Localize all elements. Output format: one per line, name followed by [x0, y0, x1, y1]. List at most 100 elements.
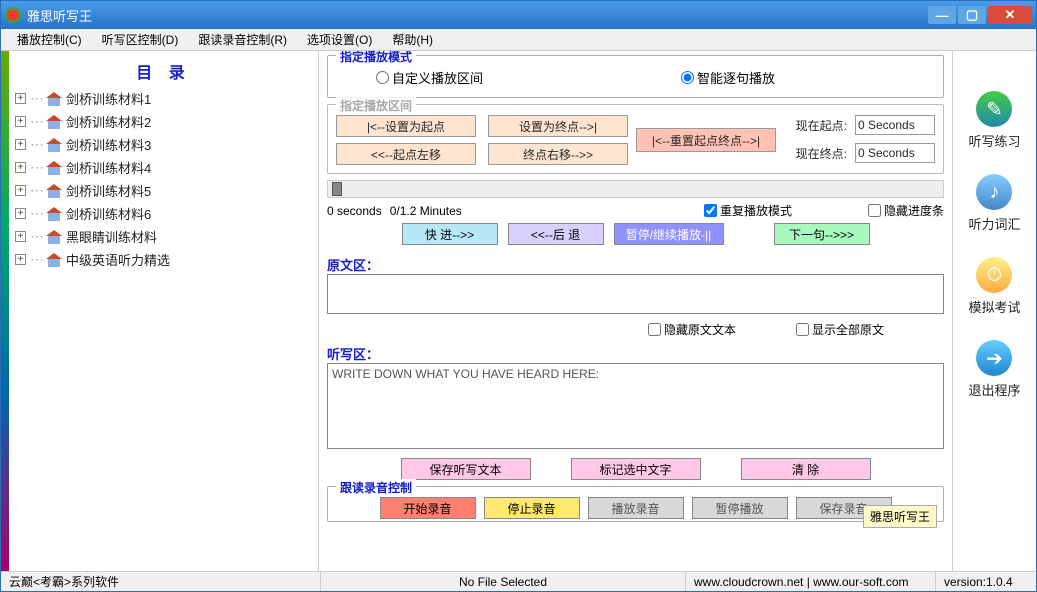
tree-dots-icon: ⋯ [30, 90, 42, 107]
tree-item[interactable]: +⋯中级英语听力精选 [13, 248, 314, 271]
tree-item[interactable]: + ⋯ 剑桥训练材料3 [13, 133, 314, 156]
set-start-button[interactable]: |<--设置为起点 [336, 115, 476, 137]
menu-record[interactable]: 跟读录音控制(R) [188, 31, 297, 48]
expand-icon[interactable]: + [15, 93, 26, 104]
minimize-button[interactable]: — [928, 6, 956, 24]
tree-item-label: 剑桥训练材料6 [66, 204, 151, 223]
tree-dots-icon: ⋯ [30, 159, 42, 176]
tree-item[interactable]: +⋯剑桥训练材料6 [13, 202, 314, 225]
now-end-field[interactable] [855, 143, 935, 163]
hide-original-checkbox[interactable]: 隐藏原文文本 [648, 321, 736, 338]
status-links[interactable]: www.cloudcrown.net | www.our-soft.com [686, 572, 936, 591]
maximize-button[interactable]: ▢ [958, 6, 986, 24]
exam-icon: ⏱ [976, 257, 1012, 293]
pause-button[interactable]: 暂停/继续播放-|| [614, 223, 724, 245]
now-start-field[interactable] [855, 115, 935, 135]
nav-mock-exam[interactable]: ⏱ 模拟考试 [968, 257, 1020, 316]
show-all-original-checkbox[interactable]: 显示全部原文 [796, 321, 884, 338]
mode-group: 指定播放模式 自定义播放区间 智能逐句播放 [327, 55, 944, 98]
progress-slider[interactable] [327, 180, 944, 198]
house-icon [46, 253, 62, 267]
shift-left-button[interactable]: <<--起点左移 [336, 143, 476, 165]
tree-item[interactable]: + ⋯ 剑桥训练材料4 [13, 156, 314, 179]
tree-item-label: 中级英语听力精选 [66, 250, 170, 269]
status-version: version:1.0.4 [936, 572, 1036, 591]
hide-progress-checkbox[interactable]: 隐藏进度条 [868, 202, 944, 219]
clear-button[interactable]: 清 除 [741, 458, 871, 480]
start-record-button[interactable]: 开始录音 [380, 497, 476, 519]
nav-vocab[interactable]: ♪ 听力词汇 [968, 174, 1020, 233]
original-textarea[interactable] [327, 274, 944, 314]
tree-heading: 目 录 [13, 55, 314, 87]
radio-smart[interactable]: 智能逐句播放 [681, 68, 775, 87]
play-record-button[interactable]: 播放录音 [588, 497, 684, 519]
status-bar: 云巅<考霸>系列软件 No File Selected www.cloudcro… [1, 571, 1036, 591]
status-file: No File Selected [321, 572, 686, 591]
now-start-label: 现在起点: [796, 117, 847, 134]
house-icon [46, 92, 62, 106]
dictation-textarea[interactable]: WRITE DOWN WHAT YOU HAVE HEARD HERE: [327, 363, 944, 449]
tree-item[interactable]: +⋯剑桥训练材料5 [13, 179, 314, 202]
nav-exit[interactable]: ➔ 退出程序 [968, 340, 1020, 399]
menu-bar: 播放控制(C) 听写区控制(D) 跟读录音控制(R) 选项设置(O) 帮助(H) [1, 29, 1036, 51]
house-icon [46, 138, 62, 152]
tree-pane: 目 录 +⋯剑桥训练材料1+⋯剑桥训练材料2+⋯剑桥训练材料3+⋯剑桥训练材料4… [9, 51, 319, 571]
house-icon [46, 207, 62, 221]
now-end-label: 现在终点: [796, 145, 847, 162]
tree-item-label: 剑桥训练材料3 [66, 135, 151, 154]
tooltip: 雅思听写王 [863, 505, 937, 528]
close-button[interactable]: ✕ [988, 6, 1032, 24]
tree-dots-icon: ⋯ [30, 136, 42, 153]
slider-thumb-icon[interactable] [332, 182, 342, 196]
expand-icon[interactable]: + [15, 231, 26, 242]
region-group-title: 指定播放区间 [336, 97, 416, 114]
vocab-icon: ♪ [976, 174, 1012, 210]
menu-playback[interactable]: 播放控制(C) [7, 31, 92, 48]
record-group-title: 跟读录音控制 [336, 479, 416, 496]
set-end-button[interactable]: 设置为终点-->| [488, 115, 628, 137]
main-pane: 指定播放模式 自定义播放区间 智能逐句播放 指定播放区间 |<--设置为起点 设… [319, 51, 952, 571]
repeat-checkbox[interactable]: 重复播放模式 [704, 202, 792, 219]
tree-dots-icon: ⋯ [30, 113, 42, 130]
dictation-label: 听写区： [327, 344, 944, 363]
shift-right-button[interactable]: 终点右移-->> [488, 143, 628, 165]
back-button[interactable]: <<--后 退 [508, 223, 604, 245]
app-icon [5, 7, 21, 23]
stop-record-button[interactable]: 停止录音 [484, 497, 580, 519]
pause-record-button[interactable]: 暂停播放 [692, 497, 788, 519]
original-label: 原文区： [327, 255, 944, 274]
expand-icon[interactable]: + [15, 116, 26, 127]
tree-dots-icon: ⋯ [30, 182, 42, 199]
tree-item-label: 剑桥训练材料4 [66, 158, 151, 177]
tree-item[interactable]: +⋯黑眼睛训练材料 [13, 225, 314, 248]
expand-icon[interactable]: + [15, 185, 26, 196]
house-icon [46, 230, 62, 244]
menu-dictation[interactable]: 听写区控制(D) [92, 31, 189, 48]
mode-group-title: 指定播放模式 [336, 51, 416, 65]
app-window: 雅思听写王 — ▢ ✕ 播放控制(C) 听写区控制(D) 跟读录音控制(R) 选… [0, 0, 1037, 592]
next-button[interactable]: 下一句-->>> [774, 223, 870, 245]
expand-icon[interactable]: + [15, 162, 26, 173]
tree-dots-icon: ⋯ [30, 228, 42, 245]
left-color-strip [1, 51, 9, 571]
tree-item[interactable]: + ⋯ 剑桥训练材料2 [13, 110, 314, 133]
menu-help[interactable]: 帮助(H) [382, 31, 443, 48]
menu-options[interactable]: 选项设置(O) [297, 31, 382, 48]
region-group: 指定播放区间 |<--设置为起点 设置为终点-->| <<--起点左移 终点右移… [327, 104, 944, 174]
practice-icon: ✎ [976, 91, 1012, 127]
window-title: 雅思听写王 [27, 6, 926, 25]
tree-item-label: 剑桥训练材料2 [66, 112, 151, 131]
expand-icon[interactable]: + [15, 139, 26, 150]
house-icon [46, 184, 62, 198]
reset-region-button[interactable]: |<--重置起点终点-->| [636, 128, 776, 152]
forward-button[interactable]: 快 进-->> [402, 223, 498, 245]
tree-item[interactable]: +⋯剑桥训练材料1 [13, 87, 314, 110]
nav-dictation-practice[interactable]: ✎ 听写练习 [968, 91, 1020, 150]
window-buttons: — ▢ ✕ [926, 6, 1032, 24]
expand-icon[interactable]: + [15, 254, 26, 265]
save-dictation-button[interactable]: 保存听写文本 [401, 458, 531, 480]
mark-text-button[interactable]: 标记选中文字 [571, 458, 701, 480]
radio-custom[interactable]: 自定义播放区间 [376, 68, 483, 87]
playback-position: 0 seconds [327, 204, 382, 218]
expand-icon[interactable]: + [15, 208, 26, 219]
